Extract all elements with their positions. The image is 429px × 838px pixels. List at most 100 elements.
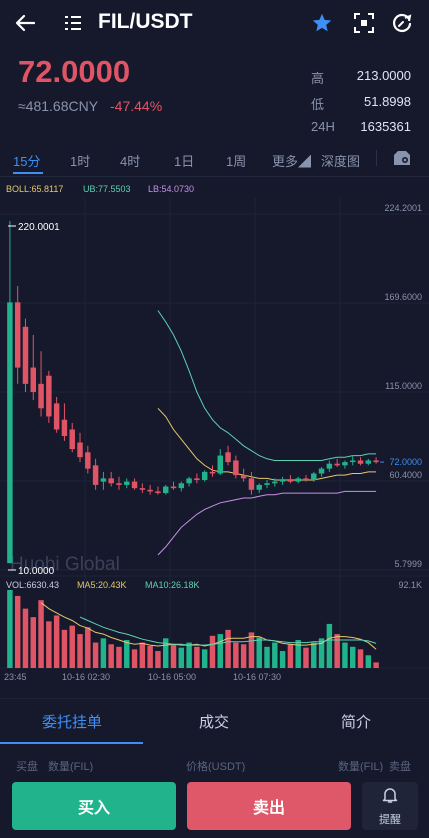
time-axis-label: 10-16 02:30 <box>62 672 110 682</box>
high-label: 高 <box>311 71 325 86</box>
low-value: 51.8998 <box>364 94 411 109</box>
candle-body <box>201 471 208 481</box>
bottom-tab-indicator <box>0 742 143 744</box>
candle-body <box>373 460 379 463</box>
volume-bar <box>201 649 208 668</box>
volume-bar <box>38 600 44 668</box>
volume-axis-max: 92.1K <box>398 580 422 590</box>
tab-1h[interactable]: 1时 <box>70 151 90 170</box>
trading-pair-title[interactable]: FIL/USDT <box>98 10 193 34</box>
volume-bar <box>365 655 372 668</box>
volume-bar <box>256 637 262 668</box>
volume-bar <box>155 651 161 668</box>
high-value: 213.0000 <box>356 68 411 83</box>
volume-bar <box>311 642 317 668</box>
boll-mid-line <box>157 407 377 481</box>
volume-bar <box>108 644 114 668</box>
last-price: 72.0000 <box>18 54 131 89</box>
volume-ma5-line <box>40 602 377 650</box>
volume-bar <box>217 634 223 668</box>
buy-button[interactable]: 买入 <box>12 782 176 830</box>
price-axis-label: 224.2001 <box>384 203 422 213</box>
tab-1d[interactable]: 1日 <box>174 151 194 170</box>
tab-intro[interactable]: 简介 <box>341 711 371 732</box>
candle-body <box>46 375 52 417</box>
volume-bar <box>373 662 379 668</box>
volume-bar <box>100 638 107 668</box>
volume-bar <box>272 642 278 668</box>
candle-body <box>326 463 333 469</box>
candle-body <box>139 488 146 490</box>
tab-trades[interactable]: 成交 <box>199 711 229 732</box>
volume-bar <box>69 625 75 668</box>
candle-body <box>209 471 216 474</box>
volume-ma5-indicator: MA5:20.43K <box>77 580 127 590</box>
candle-body <box>365 460 372 464</box>
boll-lower-indicator: LB:54.0730 <box>148 184 194 194</box>
volume-indicator: VOL:6630.43 <box>6 580 59 590</box>
candle-body <box>233 460 239 476</box>
volume-bar <box>295 640 301 668</box>
cny-price: ≈481.68CNY <box>18 98 99 114</box>
candle-body <box>256 484 262 490</box>
tab-divider <box>376 150 377 166</box>
price-alert-button[interactable]: 提醒 <box>362 782 418 830</box>
candle-body <box>217 455 223 474</box>
bottom-tabs: 委托挂单 成交 简介 <box>0 698 429 745</box>
volume-bar <box>194 646 200 668</box>
tab-4h[interactable]: 4时 <box>120 151 140 170</box>
current-price-label: 72.0000 <box>389 457 422 467</box>
time-axis-label: 10-16 05:00 <box>148 672 196 682</box>
candle-body <box>248 478 255 490</box>
volume-bar <box>248 632 255 668</box>
tab-depth[interactable]: 深度图 <box>321 151 360 170</box>
kline-chart[interactable]: Huobi Global 224.2001169.6000115.000060.… <box>0 178 429 690</box>
candle-body <box>303 478 309 481</box>
volume-bar <box>53 615 60 668</box>
candle-body <box>186 478 192 484</box>
candle-body <box>194 478 200 481</box>
volume-bar <box>209 635 216 668</box>
volume-bar <box>186 642 192 668</box>
candle-body <box>272 481 278 484</box>
volume-bar <box>85 627 91 668</box>
tab-1w[interactable]: 1周 <box>226 151 246 170</box>
candle-body <box>53 403 60 430</box>
candle-body <box>295 478 301 482</box>
back-arrow-icon[interactable] <box>12 10 38 36</box>
tab-more[interactable]: 更多◢ <box>272 151 311 170</box>
time-axis-label: 23:45 <box>4 672 27 682</box>
candle-body <box>279 480 286 482</box>
refresh-icon[interactable] <box>390 11 414 35</box>
menu-list-icon[interactable] <box>62 12 84 34</box>
candle-body <box>116 483 122 485</box>
interval-tabs: 15分 1时 4时 1日 1周 更多◢ 深度图 <box>0 140 429 177</box>
star-icon[interactable] <box>310 11 334 35</box>
sell-button[interactable]: 卖出 <box>187 782 351 830</box>
volume-bar <box>77 634 83 668</box>
candle-body <box>147 489 153 492</box>
tab-15m[interactable]: 15分 <box>13 151 40 170</box>
volume-ma10-indicator: MA10:26.18K <box>145 580 200 590</box>
price-axis-label: 169.6000 <box>384 292 422 302</box>
volume-bar <box>139 642 146 668</box>
scan-icon[interactable] <box>352 11 376 35</box>
candle-body <box>240 475 247 479</box>
candle-body <box>14 302 21 368</box>
volume-bar <box>92 642 99 668</box>
candle-body <box>318 468 325 474</box>
candle-body <box>61 419 68 437</box>
time-axis-label: 10-16 07:30 <box>233 672 281 682</box>
price-axis-label: 115.0000 <box>385 381 422 391</box>
volume-bar <box>326 623 333 668</box>
volume-value: 1635361 <box>360 119 411 134</box>
volume-bar <box>350 646 356 668</box>
chart-settings-icon[interactable] <box>392 149 412 172</box>
high-stat: 高 213.0000 <box>311 68 411 87</box>
volume-bar <box>124 640 130 668</box>
tab-open-orders[interactable]: 委托挂单 <box>42 711 102 732</box>
volume-bar <box>30 617 36 668</box>
min-price-marker: 10.0000 <box>18 566 55 577</box>
bell-icon <box>381 786 399 809</box>
candle-body <box>30 367 36 392</box>
